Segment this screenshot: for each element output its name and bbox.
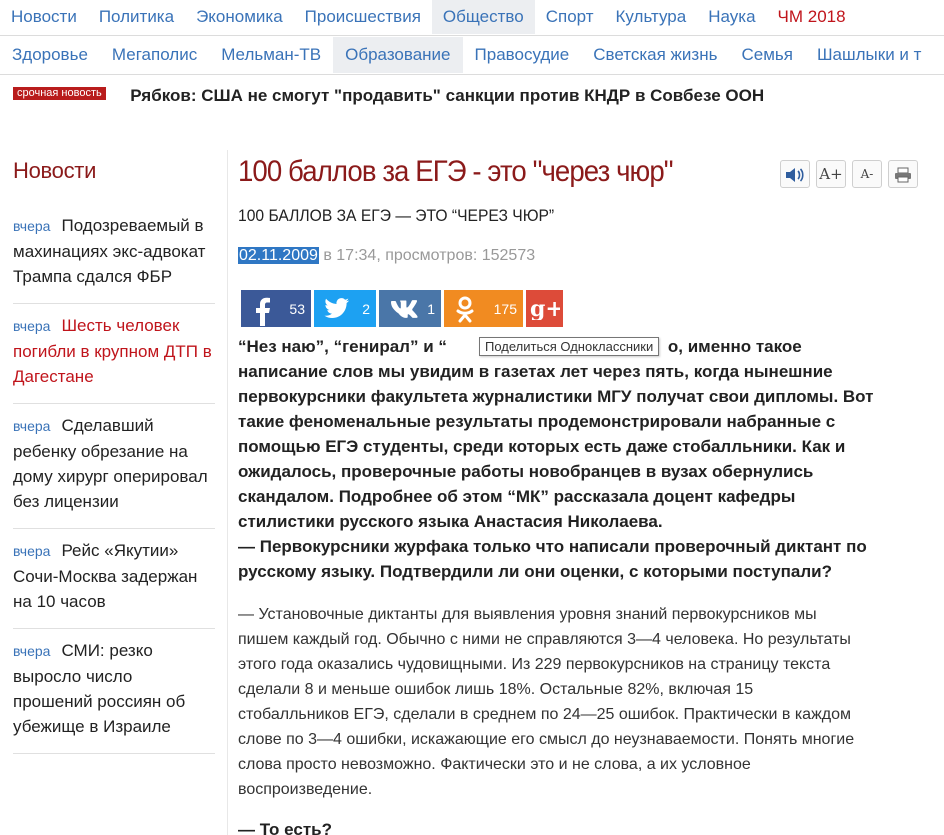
share-buttons: 53 2 1 175 g+	[241, 290, 566, 330]
list-item[interactable]: вчера Шесть человек погибли в крупном ДТП…	[13, 304, 215, 404]
lead-line: помощью ЕГЭ студенты, среди которых есть…	[238, 434, 938, 459]
nav-secondary-item[interactable]: Мегаполис	[100, 37, 209, 73]
font-decrease-button[interactable]: A-	[852, 160, 882, 188]
print-button[interactable]	[888, 160, 918, 188]
article-body-paragraph: — Установочные диктанты для выявления ур…	[238, 602, 938, 802]
list-item[interactable]: вчера Сделавший ребенку обрезание на дому…	[13, 404, 215, 529]
share-facebook-button[interactable]: 53	[241, 290, 311, 327]
body-line: сделали 8 и меньше ошибок лишь 18%. Оста…	[238, 681, 754, 698]
nav-primary-item[interactable]: Культура	[605, 0, 698, 34]
lead-line-text: русскому языку. Подтвердили ли они оценк…	[238, 562, 832, 581]
nav-secondary-item[interactable]: Образование	[333, 37, 463, 73]
lead-line: — Первокурсники журфака только что напис…	[238, 534, 938, 559]
nav-primary-item[interactable]: Новости	[0, 0, 88, 34]
secondary-nav: Здоровье Мегаполис Мельман-ТВ Образование Пр…	[0, 37, 944, 75]
share-odnoklassniki-button[interactable]: 175	[444, 290, 523, 327]
facebook-icon	[256, 297, 270, 326]
primary-nav: Новости Политика Экономика Происшествия Обще…	[0, 0, 944, 36]
article-question: — То есть?	[238, 820, 332, 835]
nav-secondary-item[interactable]: Правосудие	[463, 37, 582, 73]
article-time-views: в 17:34, просмотров: 152573	[318, 247, 536, 264]
list-item[interactable]: вчера СМИ: резко выросло число прошений р…	[13, 629, 215, 754]
article-lead: “Нез наю”, “генирал” и “ о, именно такое н…	[238, 334, 938, 584]
news-time: вчера	[13, 318, 51, 334]
nav-primary-item[interactable]: Происшествия	[294, 0, 432, 34]
article-meta: 02.11.2009 в 17:34, просмотров: 152573	[238, 247, 938, 265]
article-tools: A+ A-	[780, 160, 924, 188]
lead-line-text: стилистики русского языка Анастасия Нико…	[238, 512, 663, 531]
share-vk-button[interactable]: 1	[379, 290, 441, 327]
lead-line-text: помощью ЕГЭ студенты, среди которых есть…	[238, 437, 846, 456]
news-list: вчера Подозреваемый в махинациях экс-адво…	[13, 204, 215, 754]
share-tooltip: Поделиться Одноклассники	[479, 337, 660, 356]
body-line: слова просто невозможно. Фактически это …	[238, 756, 751, 773]
googleplus-icon: g+	[530, 298, 560, 320]
lead-line: первокурсники факультета журналистики МГ…	[238, 384, 938, 409]
vk-count: 1	[427, 301, 435, 317]
list-item[interactable]: вчера Рейс «Якутии» Сочи-Москва задержан …	[13, 529, 215, 629]
nav-secondary-item[interactable]: Семья	[729, 37, 804, 73]
nav-secondary-item[interactable]: Шашлыки и т	[805, 37, 933, 73]
article-date: 02.11.2009	[238, 247, 319, 264]
nav-primary-item[interactable]: Политика	[88, 0, 185, 34]
breaking-badge: срочная новость	[13, 86, 106, 100]
lead-line: ожидалось, проверочные работы новобранце…	[238, 459, 938, 484]
lead-line-text: первокурсники факультета журналистики МГ…	[238, 387, 874, 406]
audio-button[interactable]	[780, 160, 810, 188]
nav-secondary-item[interactable]: Светская жизнь	[581, 37, 729, 73]
lead-line: написание слов мы увидим в газетах лет ч…	[238, 359, 938, 384]
news-time: вчера	[13, 218, 51, 234]
printer-icon	[895, 167, 911, 183]
facebook-count: 53	[289, 301, 305, 317]
list-item[interactable]: вчера Подозреваемый в махинациях экс-адво…	[13, 204, 215, 304]
twitter-count: 2	[362, 301, 370, 317]
body-line: слове по 3—4 ошибки, искажающие его смыс…	[238, 731, 855, 748]
nav-primary-item[interactable]: Наука	[697, 0, 766, 34]
body-line: этого года оказались чудовищными. Из 229…	[238, 656, 831, 673]
body-line: пишем каждый год. Обычно с ними не справ…	[238, 631, 851, 648]
news-time: вчера	[13, 543, 51, 559]
news-time: вчера	[13, 643, 51, 659]
lead-line-text: написание слов мы увидим в газетах лет ч…	[238, 362, 833, 381]
nav-primary-item[interactable]: Общество	[431, 0, 535, 34]
odnoklassniki-icon	[456, 296, 474, 323]
breaking-news-bar: срочная новость Рябков: США не смогут "п…	[13, 84, 933, 110]
body-line: стобалльников ЕГЭ, сделали в среднем по …	[238, 706, 851, 723]
news-time: вчера	[13, 418, 51, 434]
lead-line-text: скандалом. Подробнее об этом “МК” расска…	[238, 487, 796, 506]
body-line: воспроизведение.	[238, 781, 373, 798]
sidebar-title: Новости	[13, 158, 97, 183]
article: 100 баллов за ЕГЭ - это "через чюр" A+ A-…	[238, 150, 938, 835]
nav-secondary-item[interactable]: Мельман-ТВ	[209, 37, 333, 73]
share-twitter-button[interactable]: 2	[314, 290, 376, 327]
lead-line: стилистики русского языка Анастасия Нико…	[238, 509, 938, 534]
lead-line-tail: о, именно такое	[667, 337, 802, 356]
vk-icon	[390, 300, 418, 318]
lead-line-text: — Первокурсники журфака только что напис…	[238, 537, 867, 556]
lead-line: скандалом. Подробнее об этом “МК” расска…	[238, 484, 938, 509]
lead-line-text: такие феноменальные результаты продемонс…	[238, 412, 836, 431]
nav-primary-item[interactable]: Экономика	[185, 0, 294, 34]
lead-line-text: “Нез наю”, “генирал” и “	[238, 337, 447, 356]
odnoklassniki-count: 175	[493, 301, 517, 317]
twitter-icon	[324, 298, 349, 318]
lead-line: такие феноменальные результаты продемонс…	[238, 409, 938, 434]
body-line: — Установочные диктанты для выявления ур…	[238, 606, 817, 623]
lead-line-text: ожидалось, проверочные работы новобранце…	[238, 462, 814, 481]
lead-line: русскому языку. Подтвердили ли они оценк…	[238, 559, 938, 584]
speaker-icon	[786, 168, 804, 182]
svg-text:g+: g+	[530, 298, 560, 320]
news-sidebar: Новости вчера Подозреваемый в махинациях …	[0, 150, 228, 835]
nav-primary-item[interactable]: Спорт	[535, 0, 605, 34]
nav-primary-item[interactable]: ЧМ 2018	[767, 0, 857, 34]
article-subtitle: 100 БАЛЛОВ ЗА ЕГЭ — ЭТО “ЧЕРЕЗ ЧЮР”	[238, 206, 555, 225]
nav-secondary-item[interactable]: Здоровье	[0, 37, 100, 73]
share-googleplus-button[interactable]: g+	[526, 290, 563, 327]
font-increase-button[interactable]: A+	[816, 160, 846, 188]
breaking-headline-link[interactable]: Рябков: США не смогут "продавить" санкци…	[130, 84, 764, 108]
